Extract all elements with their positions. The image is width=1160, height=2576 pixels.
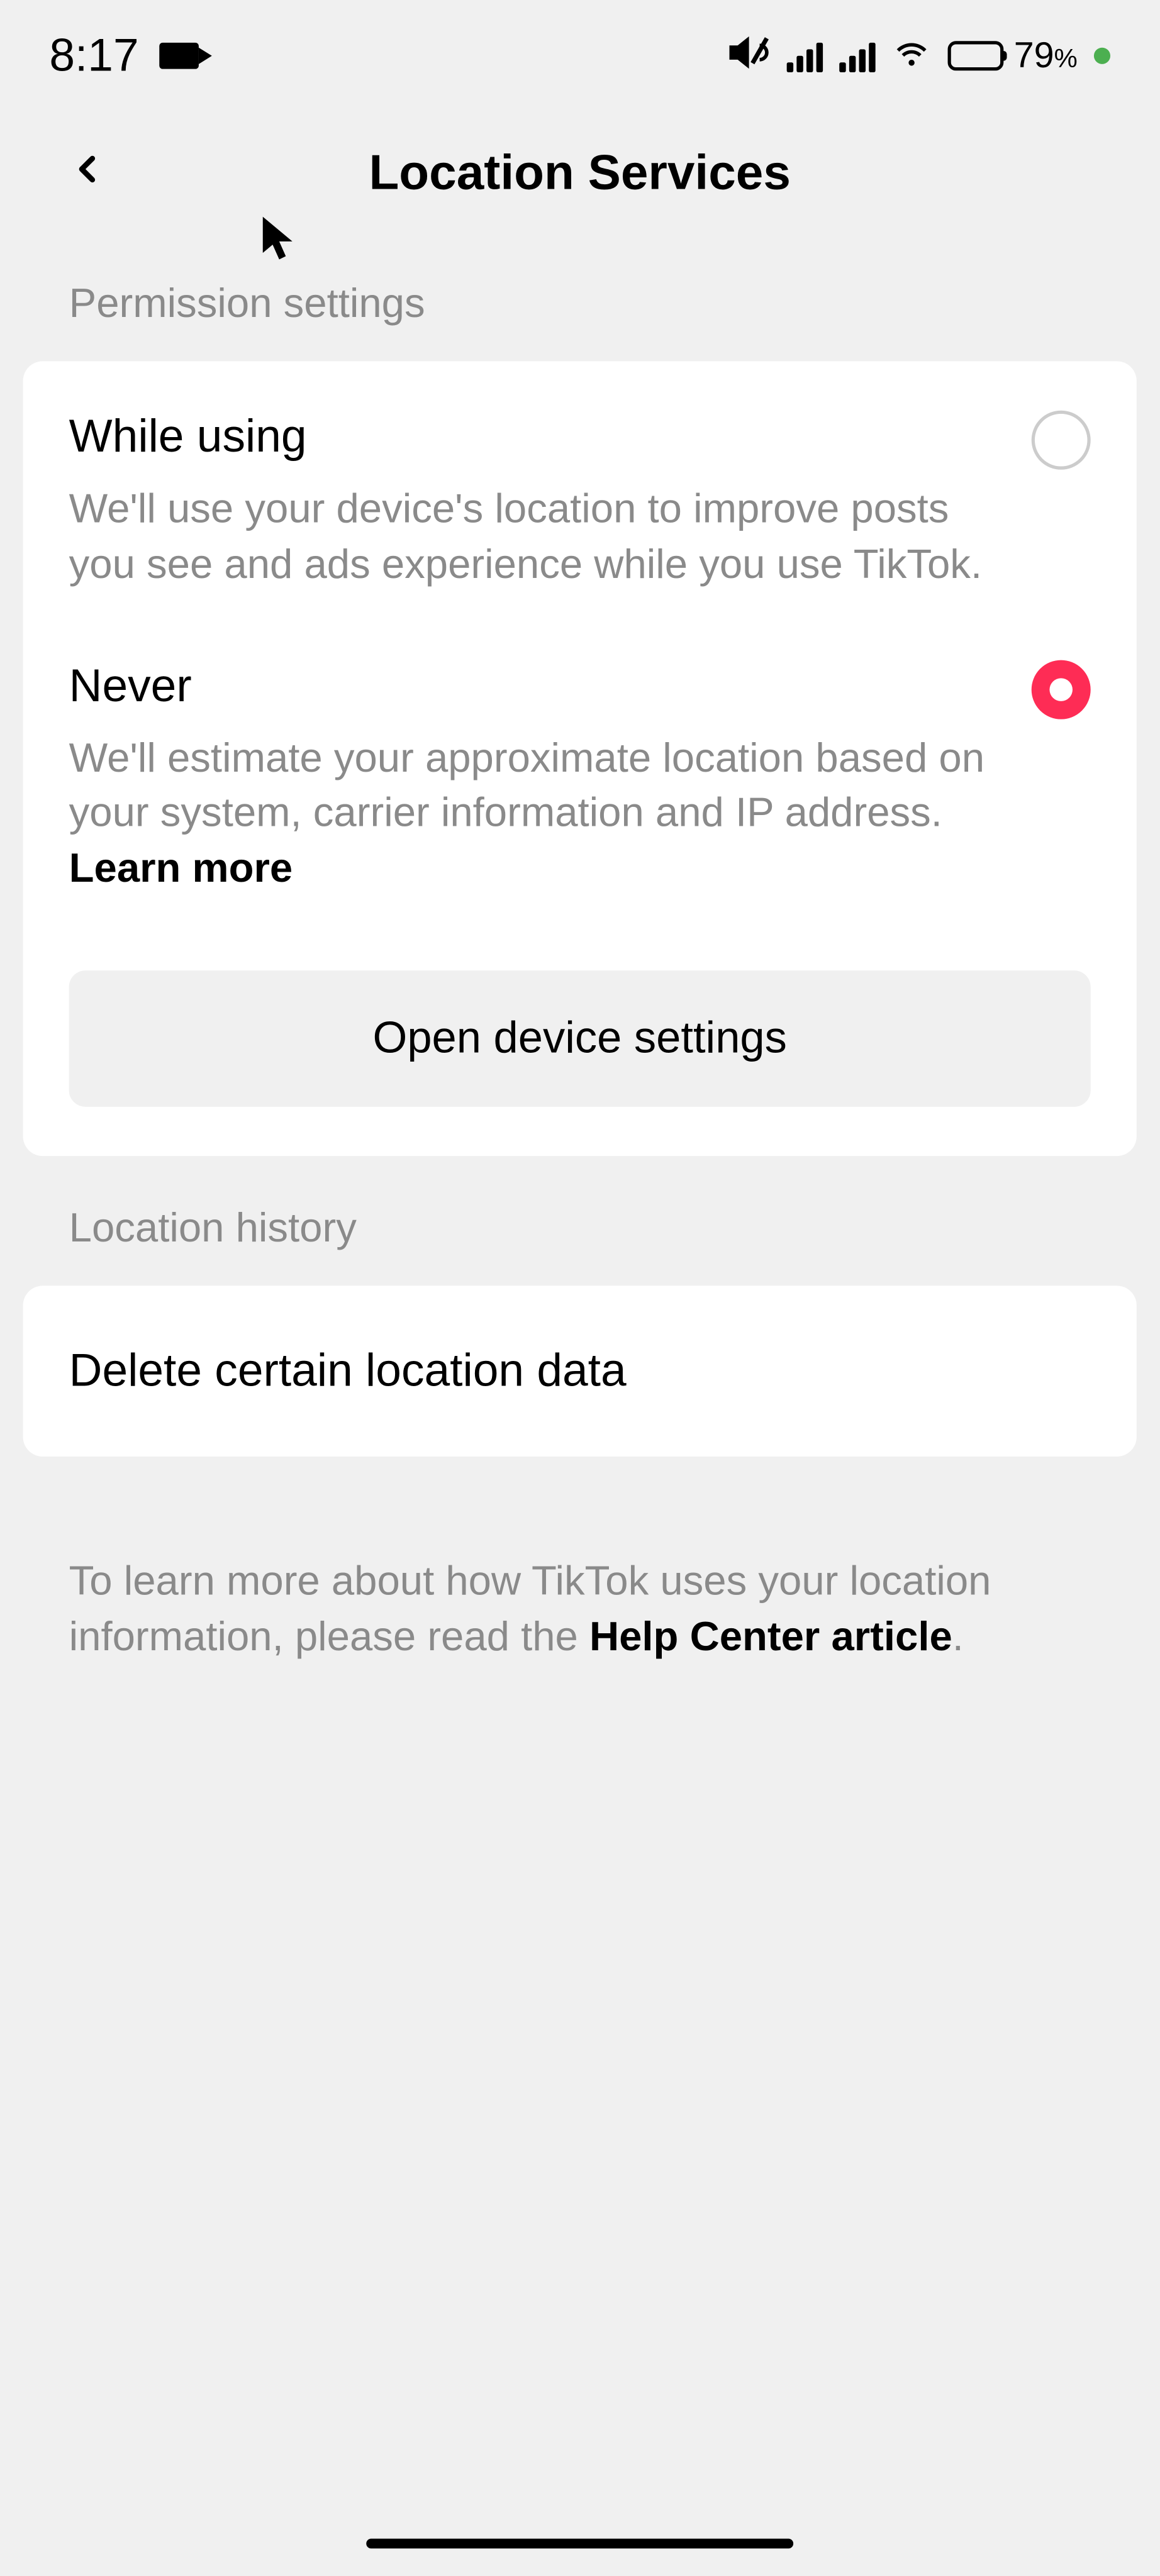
learn-more-link[interactable]: Learn more <box>69 846 293 892</box>
radio-never[interactable] <box>1032 659 1091 718</box>
mute-icon <box>728 30 771 81</box>
cursor-icon <box>260 213 299 270</box>
status-left: 8:17 <box>49 30 198 82</box>
option-while-using-description: We'll use your device's location to impr… <box>69 483 1091 626</box>
privacy-indicator-dot <box>1094 48 1110 64</box>
permission-section-label: Permission settings <box>0 248 1159 345</box>
battery-icon <box>948 41 1004 70</box>
home-indicator[interactable] <box>366 2539 793 2549</box>
option-never[interactable]: Never We'll estimate your approximate lo… <box>69 626 1091 931</box>
help-center-link[interactable]: Help Center article <box>589 1613 952 1659</box>
battery-text: 79% <box>1014 35 1078 77</box>
header: Location Services <box>0 112 1159 248</box>
signal-icon <box>787 40 823 72</box>
option-while-using[interactable]: While using We'll use your device's loca… <box>69 411 1091 626</box>
open-device-settings-button[interactable]: Open device settings <box>69 970 1091 1106</box>
page-title: Location Services <box>369 145 790 201</box>
status-right: 79% <box>728 30 1110 81</box>
signal-icon-2 <box>840 40 876 72</box>
status-bar: 8:17 <box>0 0 1159 112</box>
footer-text: To learn more about how TikTok uses your… <box>0 1472 1159 1747</box>
status-time: 8:17 <box>49 30 138 82</box>
video-recording-icon <box>159 43 198 69</box>
wifi-icon <box>893 32 932 80</box>
permission-card: While using We'll use your device's loca… <box>23 361 1137 1155</box>
option-never-description: We'll estimate your approximate location… <box>69 731 1091 931</box>
radio-while-using[interactable] <box>1032 411 1091 470</box>
option-never-title: Never <box>69 659 192 712</box>
history-card: Delete certain location data <box>23 1285 1137 1457</box>
option-while-using-title: While using <box>69 411 307 464</box>
delete-location-data-button[interactable]: Delete certain location data <box>69 1345 1091 1397</box>
history-section-label: Location history <box>0 1172 1159 1269</box>
battery-indicator: 79% <box>948 35 1078 77</box>
back-button[interactable] <box>33 131 141 215</box>
